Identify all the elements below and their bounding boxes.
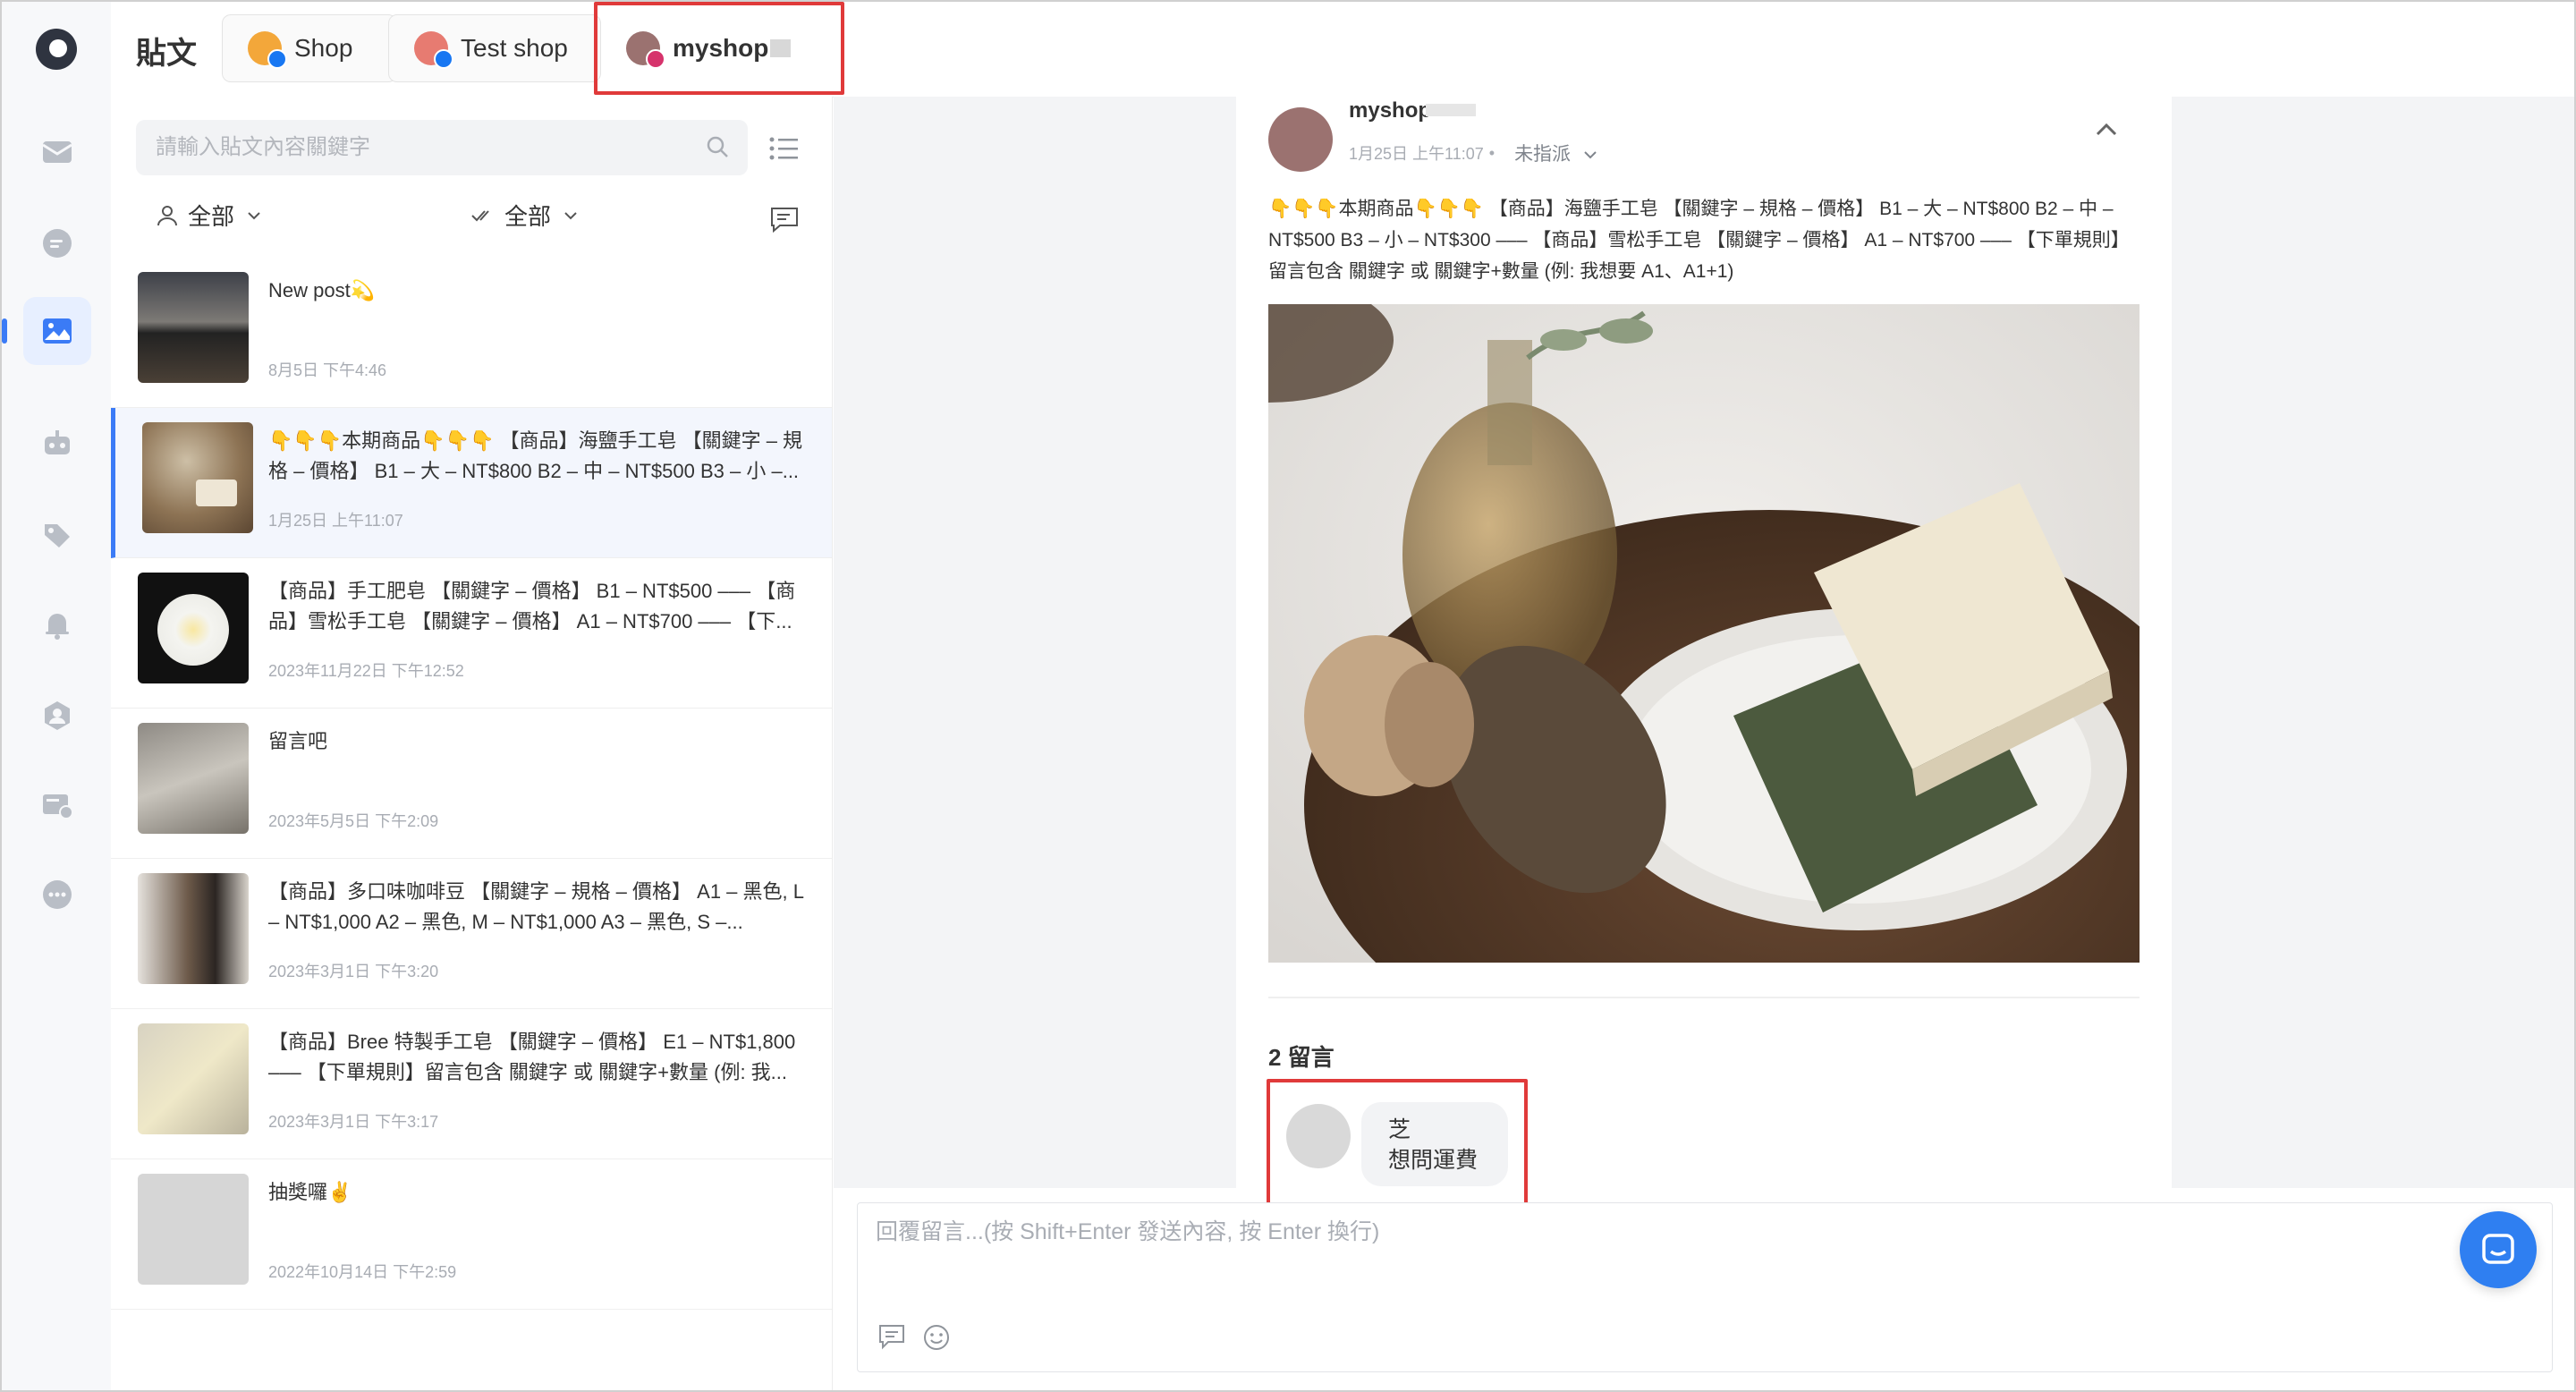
status-filter[interactable]: 全部 [470, 199, 587, 232]
app-logo-icon[interactable] [36, 29, 77, 70]
post-item[interactable]: 留言吧 2023年5月5日 下午2:09 [111, 709, 832, 859]
reply-composer [857, 1202, 2553, 1372]
post-item[interactable]: 👇👇👇本期商品👇👇👇 【商品】海鹽手工皂 【關鍵字 – 規格 – 價格】 B1 … [111, 408, 832, 558]
highlight-box-tab [594, 2, 844, 95]
divider [1268, 997, 2140, 998]
post-thumbnail [138, 272, 249, 383]
chevron-down-icon [248, 211, 260, 219]
active-indicator [2, 318, 7, 344]
facebook-icon [434, 49, 453, 69]
post-date: 2023年3月1日 下午3:20 [268, 963, 439, 980]
emoji-icon[interactable] [922, 1323, 951, 1352]
page-avatar [414, 31, 453, 69]
post-item[interactable]: New post💫 8月5日 下午4:46 [111, 258, 832, 408]
page-title: 貼文 [136, 37, 197, 71]
post-date: 1月25日 上午11:07 [268, 512, 403, 530]
author-avatar [1268, 107, 1333, 172]
assign-dropdown[interactable]: 未指派 [1514, 140, 1597, 166]
post-text: 抽獎囉✌️ [268, 1181, 352, 1203]
chat-bubble-icon [2482, 1234, 2514, 1264]
author-name: myshop [1349, 98, 1432, 123]
chevron-down-icon [564, 211, 577, 219]
highlight-box-comment [1267, 1079, 1528, 1213]
note-icon[interactable] [769, 206, 800, 233]
search-input[interactable] [136, 120, 694, 175]
post-date: 8月5日 下午4:46 [268, 361, 387, 379]
tab-test-shop[interactable]: Test shop [388, 14, 601, 82]
tab-label: Test shop [461, 34, 568, 62]
post-text: 留言吧 [268, 730, 328, 752]
user-icon [157, 205, 177, 225]
support-chat-button[interactable] [2460, 1211, 2537, 1288]
post-image [1268, 304, 2140, 963]
post-caption: 👇👇👇本期商品👇👇👇 【商品】海鹽手工皂 【關鍵字 – 規格 – 價格】 B1 … [1268, 199, 2130, 282]
bell-icon[interactable] [23, 590, 91, 658]
tag-icon[interactable] [23, 501, 91, 569]
post-meta: 1月25日 上午11:07 • 未指派 [1349, 140, 1597, 166]
chevron-down-icon [1584, 151, 1597, 159]
chat-icon[interactable] [23, 209, 91, 277]
post-item[interactable]: 【商品】Bree 特製手工皂 【關鍵字 – 價格】 E1 – NT$1,800 … [111, 1009, 832, 1159]
facebook-icon [267, 49, 287, 69]
quick-reply-icon[interactable] [877, 1323, 906, 1350]
top-bar: 貼文 Shop Test shop myshop [111, 2, 2574, 98]
post-thumbnail [138, 573, 249, 683]
post-text: 【商品】Bree 特製手工皂 【關鍵字 – 價格】 E1 – NT$1,800 … [268, 1031, 796, 1083]
post-date: 2023年11月22日 下午12:52 [268, 662, 464, 680]
app-window: 貼文 Shop Test shop myshop 全部 全部 [0, 0, 2576, 1392]
status-filter-label: 全部 [504, 203, 552, 230]
post-item[interactable]: 【商品】多口味咖啡豆 【關鍵字 – 規格 – 價格】 A1 – 黑色, L – … [111, 859, 832, 1009]
post-thumbnail [142, 422, 253, 533]
post-thumbnail [138, 1023, 249, 1134]
post-thumbnail [138, 1174, 249, 1285]
post-date: 2022年10月14日 下午2:59 [268, 1263, 457, 1281]
contacts-icon[interactable] [23, 682, 91, 750]
post-date: 2023年3月1日 下午3:17 [268, 1113, 439, 1131]
assignee-filter-label: 全部 [188, 203, 235, 230]
inbox-icon[interactable] [23, 118, 91, 186]
nav-rail [2, 2, 112, 1390]
bot-icon[interactable] [23, 410, 91, 478]
redacted-name [1426, 104, 1476, 116]
chevron-up-icon[interactable] [2095, 122, 2118, 138]
post-item[interactable]: 抽獎囉✌️ 2022年10月14日 下午2:59 [111, 1159, 832, 1310]
comment-count: 2 留言 [1268, 1044, 1335, 1071]
double-check-icon [471, 209, 489, 221]
page-avatar [248, 31, 287, 69]
tab-label: Shop [294, 34, 353, 62]
posts-icon[interactable] [23, 297, 91, 365]
search-box [136, 120, 748, 175]
meta-separator: • [1488, 143, 1496, 162]
post-thumbnail [138, 873, 249, 984]
post-detail: myshop 1月25日 上午11:07 • 未指派 👇👇👇本期商品👇👇👇 【商… [1236, 97, 2172, 1188]
search-icon[interactable] [705, 134, 730, 159]
post-text: 【商品】手工肥皂 【關鍵字 – 價格】 B1 – NT$500 ––– 【商品】… [268, 580, 796, 632]
more-icon[interactable] [23, 861, 91, 929]
assign-label: 未指派 [1514, 144, 1572, 165]
post-time: 1月25日 上午11:07 [1349, 145, 1484, 163]
reply-input[interactable] [874, 1212, 2309, 1296]
post-text: 👇👇👇本期商品👇👇👇 【商品】海鹽手工皂 【關鍵字 – 規格 – 價格】 B1 … [268, 429, 803, 482]
post-text: 【商品】多口味咖啡豆 【關鍵字 – 規格 – 價格】 A1 – 黑色, L – … [268, 880, 804, 933]
tab-shop[interactable]: Shop [222, 14, 397, 82]
post-item[interactable]: 【商品】手工肥皂 【關鍵字 – 價格】 B1 – NT$500 ––– 【商品】… [111, 558, 832, 709]
post-text: New post💫 [268, 279, 376, 301]
list-view-icon[interactable] [769, 136, 800, 161]
broadcast-icon[interactable] [23, 771, 91, 839]
post-thumbnail [138, 723, 249, 834]
posts-panel: 全部 全部 New post💫 8月5日 下午4:46 👇👇👇本期商品👇👇👇 【… [111, 97, 833, 1390]
assignee-filter[interactable]: 全部 [156, 199, 270, 232]
post-date: 2023年5月5日 下午2:09 [268, 812, 439, 830]
